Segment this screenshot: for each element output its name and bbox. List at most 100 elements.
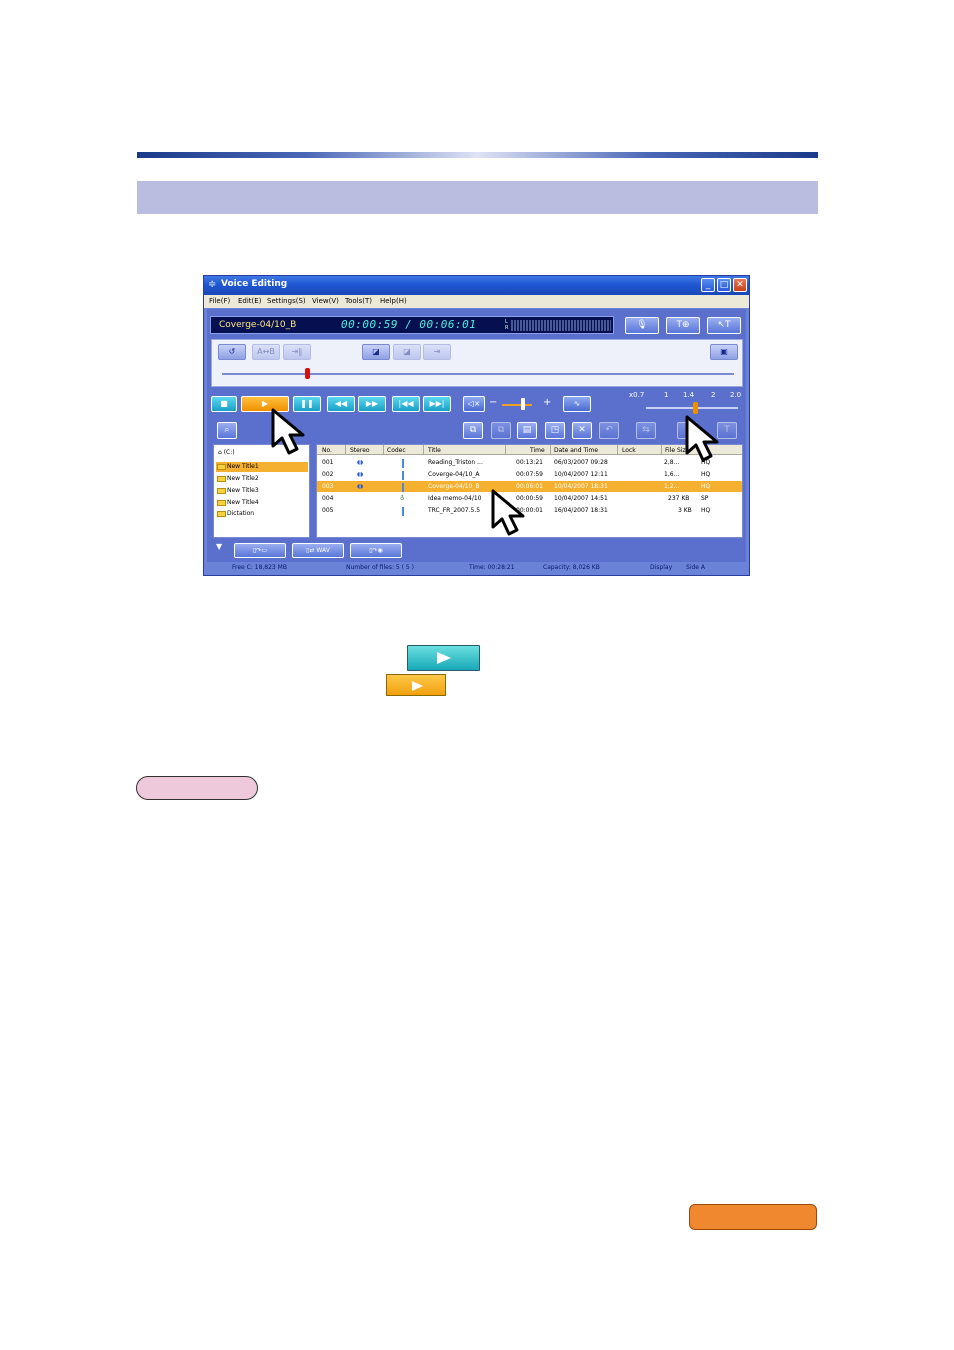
column-divider[interactable] xyxy=(505,445,506,455)
paste-button[interactable]: ⧉ xyxy=(491,422,511,439)
split-icon: ⇥‖ xyxy=(291,347,303,356)
skip-forward-icon: ▶▶| xyxy=(429,399,445,408)
level-meter-right-label: R xyxy=(505,325,509,331)
menu-file[interactable]: File(F) xyxy=(209,297,230,305)
rewind-button[interactable]: ◀◀ xyxy=(327,396,355,412)
tree-item[interactable]: New Title1 xyxy=(216,462,308,472)
folder-icon xyxy=(217,500,226,506)
record-button[interactable]: 🎙 xyxy=(625,317,659,334)
column-divider[interactable] xyxy=(550,445,551,455)
row-no: 003 xyxy=(322,483,334,490)
minimize-icon[interactable]: _ xyxy=(701,278,715,292)
tree-item-label: New Title1 xyxy=(227,463,259,470)
navigation-pill-button[interactable] xyxy=(689,1204,817,1230)
row-no: 004 xyxy=(322,495,334,502)
transfer-icon: T⊕ xyxy=(676,320,690,330)
split-button[interactable]: ⇥‖ xyxy=(283,344,311,360)
row-date: 16/04/2007 18:31 xyxy=(554,507,608,514)
index-add-button[interactable]: ◪ xyxy=(362,344,390,360)
properties-button[interactable]: ▤ xyxy=(517,422,537,439)
col-codec[interactable]: Codec xyxy=(387,447,406,454)
column-divider[interactable] xyxy=(617,445,618,455)
file-to-folder-icon: ▯↷▭ xyxy=(253,547,267,554)
pointer-cursor-icon xyxy=(685,415,719,462)
folder-icon xyxy=(217,488,226,494)
noise-cancel-button[interactable]: ∿ xyxy=(563,396,591,412)
status-capacity: Capacity: 8,026 KB xyxy=(543,564,600,571)
pointer-cursor-icon xyxy=(491,489,525,536)
col-title[interactable]: Title xyxy=(428,447,441,454)
merge-button[interactable]: ⇆ xyxy=(636,422,656,439)
ab-repeat-button[interactable]: A↔B xyxy=(252,344,280,360)
speed-slider-thumb[interactable] xyxy=(693,402,698,414)
tree-item[interactable]: New Title3 xyxy=(216,486,308,496)
burn-cd-button[interactable]: ▯↷◉ xyxy=(350,543,402,558)
table-row[interactable]: 001 ◖◗ Reading_Triston ... 00:13:21 06/0… xyxy=(317,457,742,468)
speed-label-0: x0.7 xyxy=(629,391,645,399)
ab-icon: A↔B xyxy=(257,347,275,356)
col-stereo[interactable]: Stereo xyxy=(350,447,370,454)
menu-view[interactable]: View(V) xyxy=(312,297,339,305)
previous-button[interactable]: |◀◀ xyxy=(392,396,420,412)
tree-item-label: New Title2 xyxy=(227,475,259,482)
expand-triangle-icon[interactable]: ▼ xyxy=(216,542,222,551)
new-folder-button[interactable]: ◳ xyxy=(545,422,565,439)
column-divider[interactable] xyxy=(423,445,424,455)
menu-help[interactable]: Help(H) xyxy=(380,297,407,305)
menu-tools[interactable]: Tools(T) xyxy=(345,297,372,305)
stop-button[interactable]: ■ xyxy=(211,396,237,412)
status-bar: Free C: 18,823 MB Number of files: 5 ( 5… xyxy=(204,562,749,575)
speed-slider-track[interactable] xyxy=(646,407,738,409)
tree-item[interactable]: Dictation xyxy=(216,509,308,519)
delete-button[interactable]: ✕ xyxy=(572,422,592,439)
row-title: Idea memo-04/10 xyxy=(428,495,482,502)
tree-item[interactable]: New Title2 xyxy=(216,474,308,484)
copy-icon: ⧉ xyxy=(469,425,477,435)
volume-track[interactable] xyxy=(502,404,532,406)
column-divider[interactable] xyxy=(345,445,346,455)
time-counter: 00:00:59 / 00:06:01 xyxy=(341,318,477,331)
next-button[interactable]: ▶▶| xyxy=(423,396,451,412)
col-no[interactable]: No. xyxy=(322,447,332,454)
row-date: 10/04/2007 12:11 xyxy=(554,471,608,478)
undo-icon: ↶ xyxy=(605,425,613,435)
col-date[interactable]: Date and Time xyxy=(554,447,598,454)
menu-edit[interactable]: Edit(E) xyxy=(238,297,261,305)
status-files: Number of files: 5 ( 5 ) xyxy=(346,564,414,571)
file-to-folder-button[interactable]: ▯↷▭ xyxy=(234,543,286,558)
index-move-button[interactable]: ⇥ xyxy=(423,344,451,360)
repeat-button[interactable]: ↺ xyxy=(218,344,246,360)
column-divider[interactable] xyxy=(661,445,662,455)
drive-label[interactable]: ⌂ (C:) xyxy=(218,449,235,456)
column-divider[interactable] xyxy=(383,445,384,455)
fast-forward-button[interactable]: ▶▶ xyxy=(358,396,386,412)
volume-thumb[interactable] xyxy=(521,398,525,410)
seek-bar[interactable] xyxy=(222,373,734,375)
wav-label: WAV xyxy=(316,547,330,554)
transfer-button[interactable]: T⊕ xyxy=(666,317,700,334)
row-date: 10/04/2007 18:31 xyxy=(554,483,608,490)
search-button[interactable]: ⌕ xyxy=(217,422,237,439)
volume-minus-icon: − xyxy=(489,397,498,408)
rewind-icon: ◀◀ xyxy=(334,399,348,408)
mute-button[interactable]: ◁× xyxy=(463,396,485,412)
view-toggle-button[interactable]: ▣ xyxy=(710,344,738,360)
row-time: 00:13:21 xyxy=(516,459,543,466)
volume-plus-icon: + xyxy=(543,397,552,408)
table-row[interactable]: 002 ◖◗ Coverge-04/10_A 00:07:59 10/04/20… xyxy=(317,469,742,480)
seek-thumb[interactable] xyxy=(305,368,310,379)
play-icon: ▶ xyxy=(261,399,269,408)
col-lock[interactable]: Lock xyxy=(622,447,636,454)
menu-settings[interactable]: Settings(S) xyxy=(267,297,306,305)
undo-button[interactable]: ↶ xyxy=(599,422,619,439)
maximize-icon[interactable]: □ xyxy=(717,278,731,292)
copy-button[interactable]: ⧉ xyxy=(463,422,483,439)
stop-icon: ■ xyxy=(220,399,228,408)
tree-item[interactable]: New Title4 xyxy=(216,498,308,508)
convert-wav-button[interactable]: ▯⇄ WAV xyxy=(292,543,344,558)
close-icon[interactable]: ✕ xyxy=(733,278,747,292)
index-delete-button[interactable]: ◪ xyxy=(393,344,421,360)
col-time[interactable]: Time xyxy=(530,447,545,454)
tools-button[interactable]: ↖T xyxy=(707,317,741,334)
row-mode: SP xyxy=(701,495,709,502)
